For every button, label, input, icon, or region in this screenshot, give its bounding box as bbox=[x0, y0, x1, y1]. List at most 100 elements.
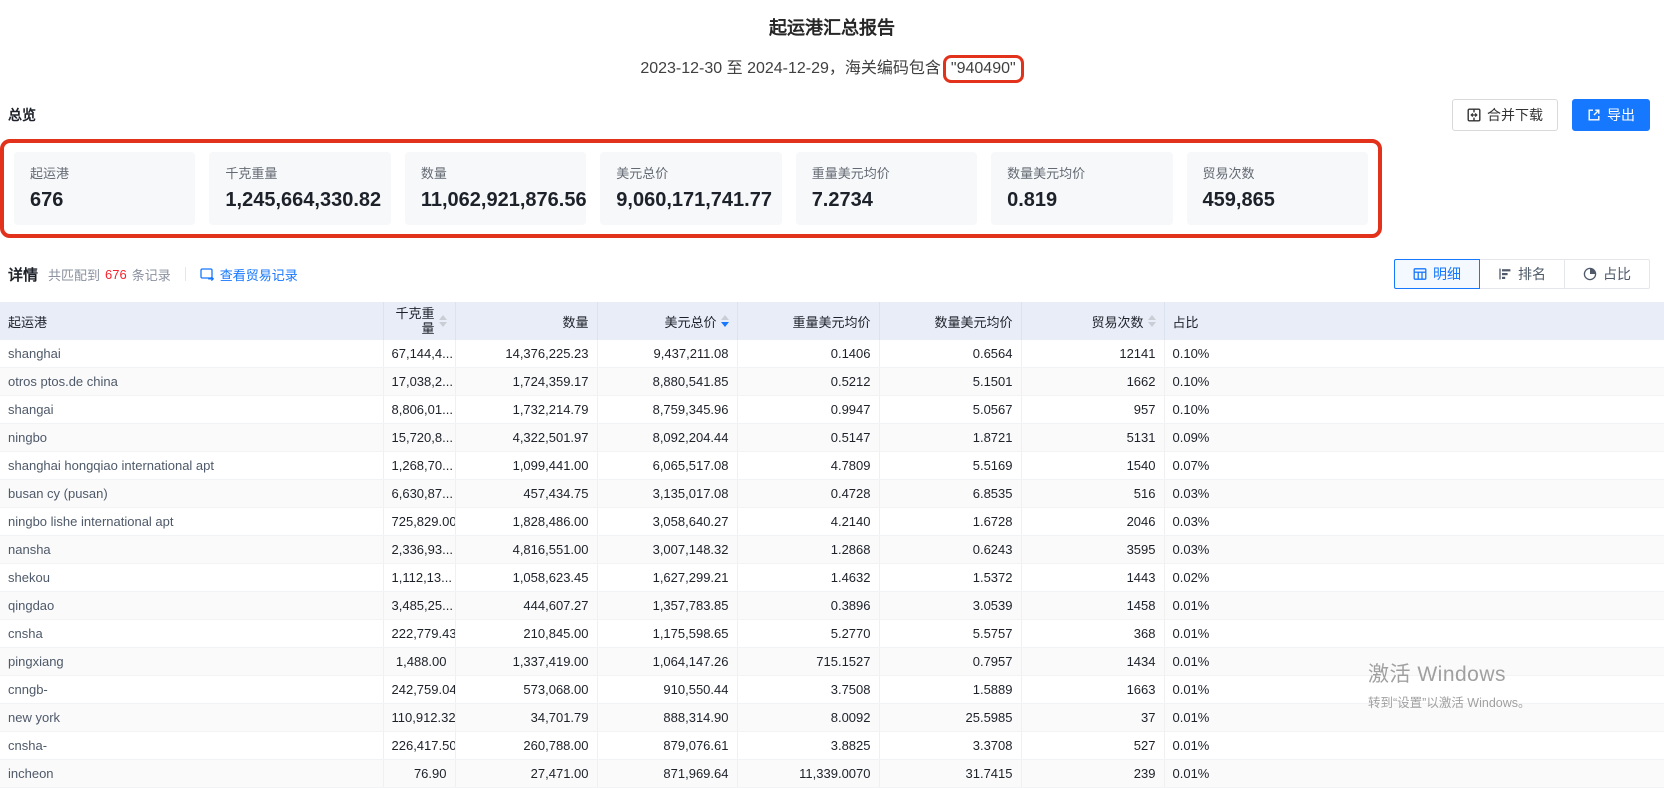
annotation-box-summary: 起运港676千克重量1,245,664,330.82数量11,062,921,8… bbox=[0, 139, 1382, 238]
table-cell: 5.1501 bbox=[879, 368, 1021, 396]
table-cell: 1.5372 bbox=[879, 564, 1021, 592]
table-cell: 67,144,4... bbox=[383, 340, 455, 368]
sort-icon-desc-active[interactable] bbox=[721, 315, 729, 327]
table-cell: 0.10% bbox=[1164, 396, 1664, 424]
table-cell: 5.0567 bbox=[879, 396, 1021, 424]
table-row: cnsha222,779.43210,845.001,175,598.655.2… bbox=[0, 620, 1664, 648]
table-cell: 1,337,419.00 bbox=[455, 648, 597, 676]
table-cell: 8,759,345.96 bbox=[597, 396, 737, 424]
ranking-icon bbox=[1498, 267, 1512, 281]
summary-cards: 起运港676千克重量1,245,664,330.82数量11,062,921,8… bbox=[14, 152, 1368, 225]
table-cell: 242,759.04 bbox=[383, 676, 455, 704]
table-cell: 0.5212 bbox=[737, 368, 879, 396]
sort-icon[interactable] bbox=[439, 315, 447, 327]
summary-card-value: 459,865 bbox=[1203, 189, 1352, 212]
table-cell: 0.01% bbox=[1164, 732, 1664, 760]
col-header-trade-count[interactable]: 贸易次数 bbox=[1021, 302, 1164, 340]
summary-card-label: 重量美元均价 bbox=[812, 163, 961, 182]
summary-card-value: 11,062,921,876.56 bbox=[421, 189, 570, 212]
windows-activation-watermark: 激活 Windows 转到“设置”以激活 Windows。 bbox=[1368, 658, 1531, 711]
col-header-origin-port: 起运港 bbox=[0, 302, 383, 340]
table-cell: 2,336,93... bbox=[383, 536, 455, 564]
table-header: 起运港 千克重量 数量 美元总价 重量美元均价 数量美元均价 贸易次数 占比 bbox=[0, 302, 1664, 340]
table-cell: incheon bbox=[0, 760, 383, 788]
table-row: shanghai hongqiao international apt1,268… bbox=[0, 452, 1664, 480]
summary-card: 贸易次数459,865 bbox=[1187, 152, 1368, 225]
table-cell: shangai bbox=[0, 396, 383, 424]
table-cell: 0.7957 bbox=[879, 648, 1021, 676]
table-cell: 0.01% bbox=[1164, 620, 1664, 648]
match-prefix: 共匹配到 bbox=[48, 265, 100, 284]
table-cell: 8.0092 bbox=[737, 704, 879, 732]
table-cell: 222,779.43 bbox=[383, 620, 455, 648]
table-cell: 3,058,640.27 bbox=[597, 508, 737, 536]
view-trade-records-link[interactable]: 查看贸易记录 bbox=[200, 265, 298, 284]
table-row: ningbo15,720,8...4,322,501.978,092,204.4… bbox=[0, 424, 1664, 452]
detail-section-label: 详情 bbox=[8, 264, 38, 285]
table-cell: 37 bbox=[1021, 704, 1164, 732]
col-header-usd-per-weight: 重量美元均价 bbox=[737, 302, 879, 340]
summary-card-value: 9,060,171,741.77 bbox=[616, 189, 765, 212]
table-cell: 457,434.75 bbox=[455, 480, 597, 508]
table-cell: 5.5169 bbox=[879, 452, 1021, 480]
table-cell: qingdao bbox=[0, 592, 383, 620]
col-header-label: 占比 bbox=[1173, 315, 1199, 330]
table-cell: 1540 bbox=[1021, 452, 1164, 480]
table-row: ningbo lishe international apt725,829.00… bbox=[0, 508, 1664, 536]
table-cell: 210,845.00 bbox=[455, 620, 597, 648]
table-cell: 1,112,13... bbox=[383, 564, 455, 592]
table-row: qingdao3,485,25...444,607.271,357,783.85… bbox=[0, 592, 1664, 620]
col-header-label: 数量美元均价 bbox=[934, 315, 1012, 330]
table-cell: 3595 bbox=[1021, 536, 1164, 564]
hs-code-value: "940490" bbox=[951, 60, 1016, 77]
summary-card-value: 7.2734 bbox=[812, 189, 961, 212]
table-cell: 957 bbox=[1021, 396, 1164, 424]
table-cell: 0.02% bbox=[1164, 564, 1664, 592]
table-cell: 1,732,214.79 bbox=[455, 396, 597, 424]
table-cell: 1.5889 bbox=[879, 676, 1021, 704]
table-cell: pingxiang bbox=[0, 648, 383, 676]
table-cell: 1,488.00 bbox=[383, 648, 455, 676]
summary-card-value: 1,245,664,330.82 bbox=[225, 189, 374, 212]
table-cell: 1,175,598.65 bbox=[597, 620, 737, 648]
table-cell: 725,829.00 bbox=[383, 508, 455, 536]
table-cell: 1443 bbox=[1021, 564, 1164, 592]
table-cell: 1.6728 bbox=[879, 508, 1021, 536]
tab-detail[interactable]: 明细 bbox=[1394, 259, 1480, 289]
summary-card-label: 数量 bbox=[421, 163, 570, 182]
table-cell: 1,627,299.21 bbox=[597, 564, 737, 592]
summary-card: 起运港676 bbox=[14, 152, 195, 225]
page-title: 起运港汇总报告 bbox=[0, 14, 1664, 40]
col-header-kg-weight[interactable]: 千克重量 bbox=[383, 302, 455, 340]
table-cell: 1434 bbox=[1021, 648, 1164, 676]
table-cell: 4,322,501.97 bbox=[455, 424, 597, 452]
col-header-usd-total[interactable]: 美元总价 bbox=[597, 302, 737, 340]
table-cell: 2046 bbox=[1021, 508, 1164, 536]
table-cell: 3,135,017.08 bbox=[597, 480, 737, 508]
match-count: 676 bbox=[105, 267, 127, 282]
tab-detail-label: 明细 bbox=[1433, 264, 1461, 284]
table-cell: 4.2140 bbox=[737, 508, 879, 536]
table-cell: cnngb- bbox=[0, 676, 383, 704]
table-cell: 6,630,87... bbox=[383, 480, 455, 508]
table-cell: 910,550.44 bbox=[597, 676, 737, 704]
export-button[interactable]: 导出 bbox=[1572, 99, 1650, 131]
table-cell: shanghai hongqiao international apt bbox=[0, 452, 383, 480]
table-cell: 15,720,8... bbox=[383, 424, 455, 452]
table-row: shanghai67,144,4...14,376,225.239,437,21… bbox=[0, 340, 1664, 368]
sort-icon[interactable] bbox=[1148, 315, 1156, 327]
col-header-share: 占比 bbox=[1164, 302, 1664, 340]
merge-download-button[interactable]: 合并下载 bbox=[1452, 99, 1558, 131]
col-header-quantity: 数量 bbox=[455, 302, 597, 340]
table-cell: 14,376,225.23 bbox=[455, 340, 597, 368]
table-cell: 17,038,2... bbox=[383, 368, 455, 396]
table-cell: 0.01% bbox=[1164, 592, 1664, 620]
table-cell: 3.7508 bbox=[737, 676, 879, 704]
table-cell: 3.0539 bbox=[879, 592, 1021, 620]
table-cell: 0.5147 bbox=[737, 424, 879, 452]
table-row: cnsha-226,417.50260,788.00879,076.613.88… bbox=[0, 732, 1664, 760]
tab-share[interactable]: 占比 bbox=[1564, 259, 1650, 289]
col-header-label: 重量美元均价 bbox=[792, 315, 870, 330]
table-cell: cnsha bbox=[0, 620, 383, 648]
tab-ranking[interactable]: 排名 bbox=[1479, 259, 1565, 289]
